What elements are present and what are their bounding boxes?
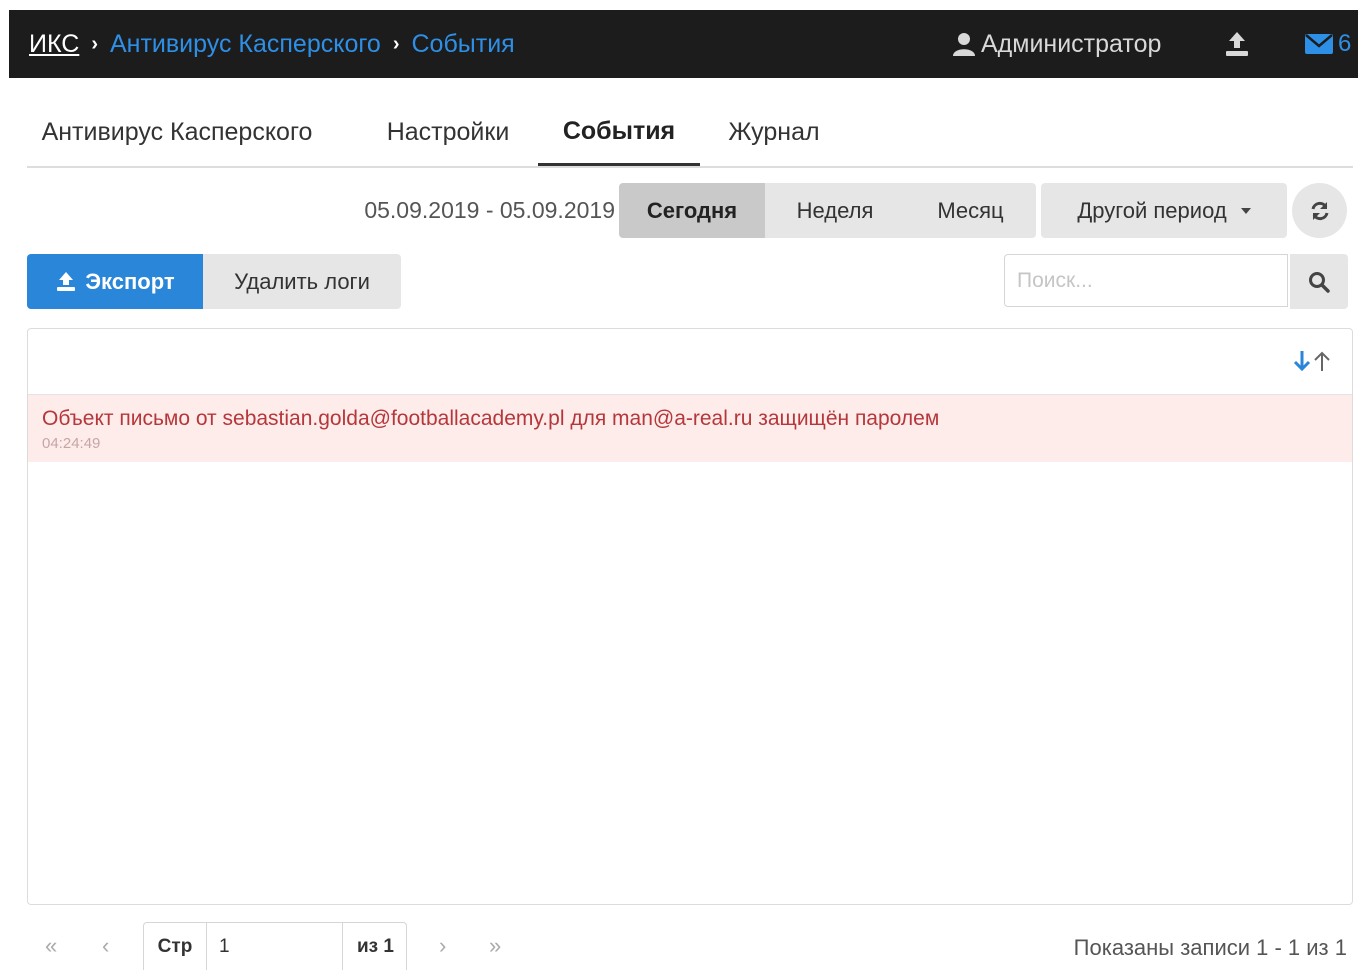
- search-icon: [1309, 271, 1330, 293]
- date-range: 05.09.2019 - 05.09.2019: [364, 197, 615, 223]
- messages-count: 6: [1338, 30, 1352, 57]
- tab-settings[interactable]: Настройки: [368, 100, 528, 164]
- messages-button[interactable]: 6: [1305, 10, 1351, 78]
- prev-page-icon[interactable]: ‹: [102, 922, 109, 970]
- search-input[interactable]: [1004, 254, 1288, 307]
- page-input[interactable]: [207, 925, 337, 969]
- tab-events[interactable]: События: [538, 100, 700, 166]
- chevron-right-icon: ›: [91, 32, 98, 55]
- event-row[interactable]: Объект письмо от sebastian.golda@footbal…: [28, 395, 1352, 462]
- page-input-group: Стр из 1: [143, 922, 407, 970]
- last-page-icon[interactable]: »: [489, 922, 501, 970]
- breadcrumb-item-antivirus[interactable]: Антивирус Касперского: [110, 30, 381, 59]
- breadcrumb-item-events[interactable]: События: [412, 30, 515, 59]
- top-bar: ИКС › Антивирус Касперского › События Ад…: [9, 10, 1358, 78]
- next-page-icon[interactable]: ›: [439, 922, 446, 970]
- upload-icon: [57, 271, 76, 291]
- breadcrumb: ИКС › Антивирус Касперского › События: [29, 10, 515, 78]
- page-label: Стр: [144, 923, 207, 970]
- tab-bar: Антивирус Касперского Настройки События …: [27, 100, 1353, 168]
- events-panel: Объект письмо от sebastian.golda@footbal…: [27, 328, 1353, 905]
- breadcrumb-root-link[interactable]: ИКС: [29, 30, 79, 59]
- search-box: [1004, 254, 1348, 309]
- event-time: 04:24:49: [42, 435, 101, 452]
- upload-icon[interactable]: [1223, 30, 1251, 63]
- sort-toggle[interactable]: [1292, 349, 1332, 373]
- first-page-icon[interactable]: «: [45, 922, 57, 970]
- envelope-icon: [1305, 34, 1333, 54]
- tab-antivirus[interactable]: Антивирус Касперского: [27, 100, 327, 164]
- period-week-button[interactable]: Неделя: [765, 183, 905, 238]
- caret-down-icon: [1240, 207, 1251, 214]
- records-summary: Показаны записи 1 - 1 из 1: [1073, 935, 1347, 960]
- tab-journal[interactable]: Журнал: [713, 100, 835, 164]
- chevron-right-icon: ›: [392, 32, 400, 55]
- other-period-label: Другой период: [1077, 197, 1227, 223]
- refresh-icon: [1311, 201, 1328, 220]
- arrow-up-icon: [1314, 351, 1330, 371]
- page-total: из 1: [342, 923, 408, 970]
- other-period-dropdown[interactable]: Другой период: [1041, 183, 1287, 238]
- export-button[interactable]: Экспорт: [27, 254, 203, 309]
- delete-logs-button[interactable]: Удалить логи: [203, 254, 401, 309]
- export-label: Экспорт: [85, 268, 175, 294]
- user-menu[interactable]: Администратор: [951, 10, 1161, 78]
- search-button[interactable]: [1290, 254, 1348, 309]
- user-icon: [953, 33, 975, 56]
- user-name: Администратор: [981, 29, 1162, 58]
- event-message: Объект письмо от sebastian.golda@footbal…: [42, 407, 940, 430]
- panel-header: [28, 329, 1352, 395]
- period-month-button[interactable]: Месяц: [905, 183, 1036, 238]
- arrow-down-icon: [1293, 351, 1311, 372]
- period-today-button[interactable]: Сегодня: [619, 183, 765, 238]
- refresh-button[interactable]: [1292, 183, 1347, 238]
